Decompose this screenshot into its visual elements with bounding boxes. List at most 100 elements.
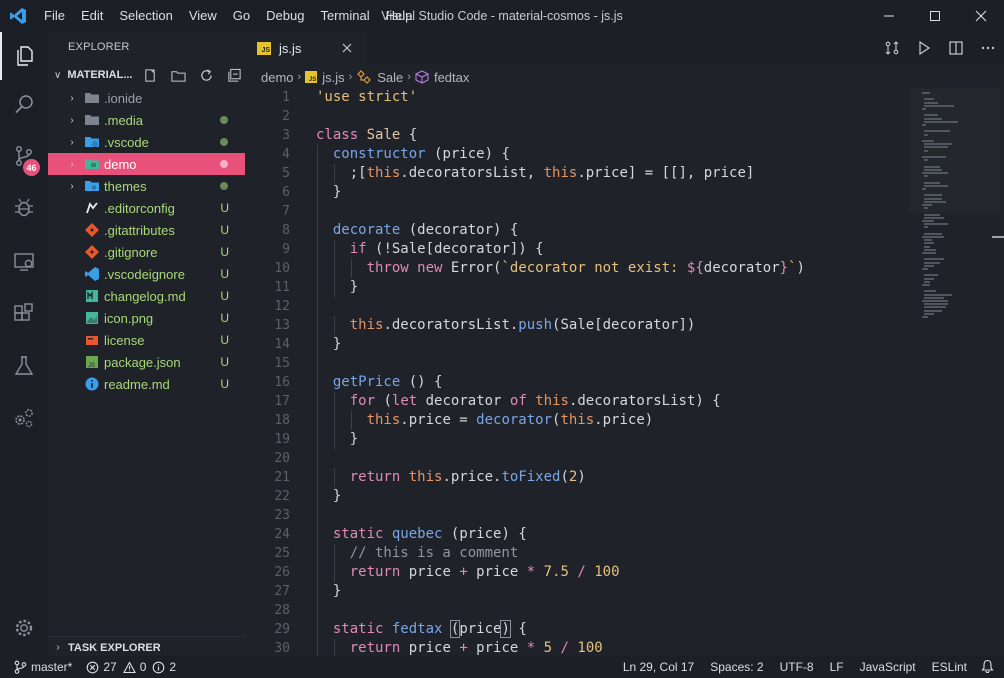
menu-debug[interactable]: Debug (258, 0, 312, 32)
js-file-icon: JS (305, 71, 318, 83)
code-line: 7 (245, 202, 910, 221)
explorer-icon[interactable] (0, 32, 48, 80)
folder-item[interactable]: › demo (48, 153, 245, 175)
minimap[interactable] (910, 88, 1004, 656)
run-icon[interactable] (908, 32, 940, 64)
file-item[interactable]: .gitattributes U (48, 219, 245, 241)
code-line: 26 return price + price * 7.5 / 100 (245, 563, 910, 582)
code-line: 9 if (!Sale[decorator]) { (245, 240, 910, 259)
chevron-right-icon: › (70, 114, 74, 126)
extensions-icon[interactable] (0, 290, 48, 338)
code-line: 10 throw new Error(`decorator not exist: … (245, 259, 910, 278)
modified-dot (220, 160, 228, 168)
menu-file[interactable]: File (36, 0, 73, 32)
indentation-setting[interactable]: Spaces: 2 (710, 660, 763, 674)
file-item[interactable]: changelog.md U (48, 285, 245, 307)
search-icon[interactable] (0, 80, 48, 128)
line-number: 26 (274, 565, 290, 580)
git-status-badge: U (220, 355, 229, 369)
menu-view[interactable]: View (181, 0, 225, 32)
menu-edit[interactable]: Edit (73, 0, 111, 32)
breadcrumb-file[interactable]: js.js (322, 70, 344, 85)
file-item[interactable]: .vscodeignore U (48, 263, 245, 285)
folder-item[interactable]: › themes (48, 175, 245, 197)
editor-group: JS js.js demo › JS js.js › Sale › fedtax… (245, 32, 1004, 656)
scrollbar-thumb[interactable] (992, 236, 1004, 238)
file-name: readme.md (104, 376, 170, 392)
split-editor-icon[interactable] (940, 32, 972, 64)
file-name: package.json (104, 354, 181, 370)
chevron-down-icon: ∨ (53, 69, 62, 81)
close-tab-icon[interactable] (339, 40, 355, 56)
modified-dot (220, 182, 228, 190)
task-explorer-label: TASK EXPLORER (68, 641, 161, 654)
tab-js[interactable]: JS js.js (245, 32, 367, 64)
workspace-section-header[interactable]: ∨ MATERIAL... (48, 64, 245, 86)
new-folder-icon[interactable] (167, 66, 189, 84)
menu-terminal[interactable]: Terminal (312, 0, 377, 32)
menu-help[interactable]: Help (378, 0, 421, 32)
git-status-badge: U (220, 333, 229, 347)
breadcrumb-class[interactable]: Sale (377, 70, 403, 85)
settings-gear-icon[interactable] (0, 604, 48, 652)
breadcrumb-method[interactable]: fedtax (434, 70, 469, 85)
chevron-right-icon: › (70, 136, 74, 148)
git-status-badge: U (220, 201, 229, 215)
more-actions-icon[interactable] (972, 32, 1004, 64)
menu-go[interactable]: Go (225, 0, 258, 32)
code-line: 17 for (let decorator of this.decoratorsL… (245, 392, 910, 411)
collapse-all-icon[interactable] (223, 66, 245, 84)
git-branch-status[interactable]: master* (14, 660, 72, 674)
eol-setting[interactable]: LF (830, 660, 844, 674)
breadcrumb-demo[interactable]: demo (261, 70, 294, 85)
menu-selection[interactable]: Selection (111, 0, 180, 32)
folder-item[interactable]: › .ionide (48, 87, 245, 109)
folder-icon (84, 112, 100, 128)
new-file-icon[interactable] (139, 66, 161, 84)
file-item[interactable]: license U (48, 329, 245, 351)
chevron-right-icon: › (407, 71, 411, 83)
maximize-button[interactable] (912, 0, 958, 32)
chevron-right-icon: › (70, 180, 74, 192)
code-line: 21 return this.price.toFixed(2) (245, 468, 910, 487)
language-mode[interactable]: JavaScript (860, 660, 916, 674)
svg-text:JS: JS (88, 363, 95, 369)
source-control-icon[interactable]: 46 (0, 132, 48, 180)
testing-flask-icon[interactable] (0, 342, 48, 390)
refresh-icon[interactable] (195, 66, 217, 84)
folder-icon (84, 178, 100, 194)
debug-icon[interactable] (0, 184, 48, 232)
encoding-setting[interactable]: UTF-8 (780, 660, 814, 674)
problems-status[interactable]: 27 0 2 (86, 660, 176, 674)
file-item[interactable]: .editorconfig U (48, 197, 245, 219)
eslint-status[interactable]: ESLint (932, 660, 967, 674)
file-item[interactable]: readme.md U (48, 373, 245, 395)
error-icon (86, 661, 99, 673)
file-item[interactable]: JS package.json U (48, 351, 245, 373)
minimize-button[interactable] (866, 0, 912, 32)
git-status-badge: U (220, 377, 229, 391)
gears-icon[interactable] (0, 394, 48, 442)
file-item[interactable]: .gitignore U (48, 241, 245, 263)
tab-label: js.js (279, 40, 302, 56)
notifications-bell-icon[interactable] (981, 659, 994, 676)
explorer-sidebar: EXPLORER ∨ MATERIAL... › .ionide › .media ›.… (48, 32, 245, 656)
folder-icon (84, 134, 100, 150)
file-icon (84, 222, 100, 238)
code-line: 20 (245, 449, 910, 468)
line-number: 22 (274, 489, 290, 504)
folder-item[interactable]: › .media (48, 109, 245, 131)
close-window-button[interactable] (958, 0, 1004, 32)
code-line: 14} (245, 335, 910, 354)
code-line: 12 (245, 297, 910, 316)
task-explorer-section-header[interactable]: › TASK EXPLORER (48, 636, 245, 658)
file-item[interactable]: icon.png U (48, 307, 245, 329)
file-name: changelog.md (104, 288, 186, 304)
code-area[interactable]: 1'use strict' 2 3 class Sale {4 constructor … (245, 88, 910, 656)
remote-explorer-icon[interactable] (0, 238, 48, 286)
file-icon (84, 266, 100, 282)
cursor-position[interactable]: Ln 29, Col 17 (623, 660, 694, 674)
open-changes-icon[interactable] (876, 32, 908, 64)
folder-item[interactable]: › .vscode (48, 131, 245, 153)
code-line: 3 class Sale { (245, 126, 910, 145)
